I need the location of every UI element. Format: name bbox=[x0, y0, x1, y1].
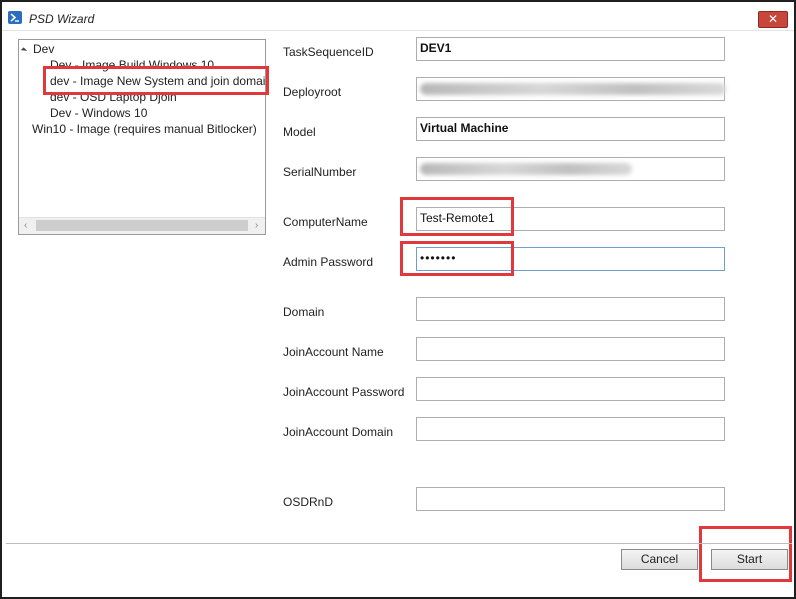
scroll-thumb[interactable] bbox=[36, 220, 248, 231]
title-bar: PSD Wizard ✕ bbox=[2, 2, 794, 31]
join-account-password-input[interactable] bbox=[416, 377, 725, 401]
tree-node-label: dev - OSD Laptop Djoin bbox=[50, 90, 177, 104]
tree-node-label: dev - Image New System and join domain bbox=[50, 74, 266, 88]
admin-password-input[interactable]: ••••••• bbox=[416, 247, 725, 271]
expand-arrow-icon[interactable] bbox=[20, 47, 28, 54]
tree-node-label: Dev - Windows 10 bbox=[50, 106, 148, 120]
scroll-right-icon[interactable]: › bbox=[255, 220, 258, 231]
tree-node-image-new-system[interactable]: dev - Image New System and join domain bbox=[50, 74, 266, 88]
serial-number-redacted-value bbox=[420, 163, 632, 175]
computer-name-label: ComputerName bbox=[283, 215, 368, 229]
start-button[interactable]: Start bbox=[711, 549, 788, 570]
powershell-icon bbox=[8, 11, 22, 24]
admin-password-label: Admin Password bbox=[283, 255, 374, 269]
window-title: PSD Wizard bbox=[29, 12, 95, 26]
tree-node-windows-10[interactable]: Dev - Windows 10 bbox=[50, 106, 147, 120]
task-sequence-tree[interactable]: Dev Dev - Image Build Windows 10 dev - I… bbox=[18, 39, 266, 235]
domain-input[interactable] bbox=[416, 297, 725, 321]
model-label: Model bbox=[283, 125, 316, 139]
join-account-domain-label: JoinAccount Domain bbox=[283, 425, 394, 439]
tree-node-win10-image[interactable]: Win10 - Image (requires manual Bitlocker… bbox=[32, 122, 257, 136]
close-icon: ✕ bbox=[767, 12, 779, 26]
horizontal-scrollbar[interactable]: ‹ › bbox=[19, 217, 265, 234]
tree-node-label: Win10 - Image (requires manual Bitlocker… bbox=[32, 122, 257, 136]
osdrnd-label: OSDRnD bbox=[283, 495, 334, 509]
join-account-domain-input[interactable] bbox=[416, 417, 725, 441]
tree-node-image-build[interactable]: Dev - Image Build Windows 10 bbox=[50, 58, 214, 72]
psd-wizard-window: PSD Wizard ✕ Dev Dev - Image Build Windo… bbox=[0, 0, 796, 599]
deployroot-redacted-value bbox=[420, 83, 726, 95]
tree-node-osd-laptop[interactable]: dev - OSD Laptop Djoin bbox=[50, 90, 177, 104]
join-account-name-input[interactable] bbox=[416, 337, 725, 361]
close-button[interactable]: ✕ bbox=[758, 11, 788, 28]
domain-label: Domain bbox=[283, 305, 325, 319]
cancel-button[interactable]: Cancel bbox=[621, 549, 698, 570]
join-account-password-label: JoinAccount Password bbox=[283, 385, 405, 399]
computer-name-input[interactable]: Test-Remote1 bbox=[416, 207, 725, 231]
deployroot-label: Deployroot bbox=[283, 85, 342, 99]
footer-divider bbox=[6, 543, 792, 544]
task-sequence-id-input[interactable]: DEV1 bbox=[416, 37, 725, 61]
osdrnd-input[interactable] bbox=[416, 487, 725, 511]
model-input[interactable]: Virtual Machine bbox=[416, 117, 725, 141]
tree-node-label: Dev bbox=[33, 42, 55, 56]
join-account-name-label: JoinAccount Name bbox=[283, 345, 384, 359]
scroll-left-icon[interactable]: ‹ bbox=[24, 220, 27, 231]
serial-number-label: SerialNumber bbox=[283, 165, 357, 179]
tree-node-label: Dev - Image Build Windows 10 bbox=[50, 58, 215, 72]
tree-node-dev[interactable]: Dev bbox=[20, 42, 55, 56]
task-sequence-id-label: TaskSequenceID bbox=[283, 45, 374, 59]
